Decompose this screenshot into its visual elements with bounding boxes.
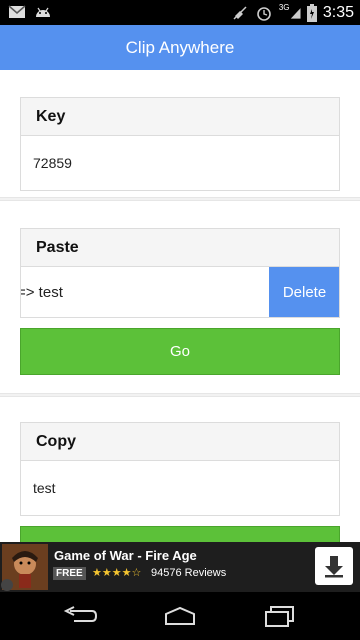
back-icon <box>63 606 98 622</box>
paste-input-row[interactable]: => test Delete <box>20 266 340 318</box>
copy-value: test <box>33 480 56 496</box>
copy-section: Copy test <box>0 396 360 542</box>
home-button[interactable] <box>160 604 200 628</box>
recent-apps-button[interactable] <box>260 604 300 628</box>
status-bar: 3G 3:35 <box>0 0 360 25</box>
app-bar: Clip Anywhere <box>0 25 360 70</box>
app-title: Clip Anywhere <box>125 37 235 57</box>
delete-button[interactable]: Delete <box>269 267 339 317</box>
ad-free-badge: FREE <box>53 567 86 580</box>
home-icon <box>165 606 195 625</box>
download-icon <box>325 556 343 578</box>
paste-input[interactable]: => test <box>21 267 63 317</box>
ad-rating-stars: ★★★★☆ <box>92 567 142 579</box>
navigation-bar <box>0 592 360 640</box>
key-section: Key 72859 <box>0 70 360 198</box>
paste-panel: Paste <box>20 228 340 267</box>
screen: 3G 3:35 Clip Anywhere Key 72859 Paste =>… <box>0 0 360 640</box>
copy-button[interactable] <box>20 526 340 542</box>
network-type-label: 3G <box>278 3 290 12</box>
main-content[interactable]: Key 72859 Paste => test Delete Go Copy t… <box>0 70 360 542</box>
email-icon <box>8 3 26 21</box>
mute-icon <box>231 4 249 22</box>
ad-banner[interactable]: Game of War - Fire Age FREE ★★★★☆ 94576 … <box>0 542 360 592</box>
copy-panel: Copy test <box>20 422 340 516</box>
paste-section: Paste => test Delete Go <box>0 200 360 394</box>
battery-icon <box>306 3 317 22</box>
download-button[interactable] <box>315 547 353 585</box>
ad-info-icon[interactable] <box>1 579 13 591</box>
signal-icon: 3G <box>278 3 301 22</box>
key-panel: Key 72859 <box>20 97 340 191</box>
alarm-icon <box>255 4 273 22</box>
ad-title[interactable]: Game of War - Fire Age <box>54 548 197 563</box>
go-button[interactable]: Go <box>20 328 340 375</box>
key-header: Key <box>21 98 339 136</box>
android-icon <box>34 3 52 21</box>
ad-reviews: 94576 Reviews <box>151 567 227 579</box>
clock: 3:35 <box>322 3 354 21</box>
key-value: 72859 <box>33 155 72 171</box>
paste-header: Paste <box>21 229 339 267</box>
back-button[interactable] <box>60 604 100 628</box>
recent-apps-icon <box>265 606 294 627</box>
copy-header: Copy <box>21 423 339 461</box>
